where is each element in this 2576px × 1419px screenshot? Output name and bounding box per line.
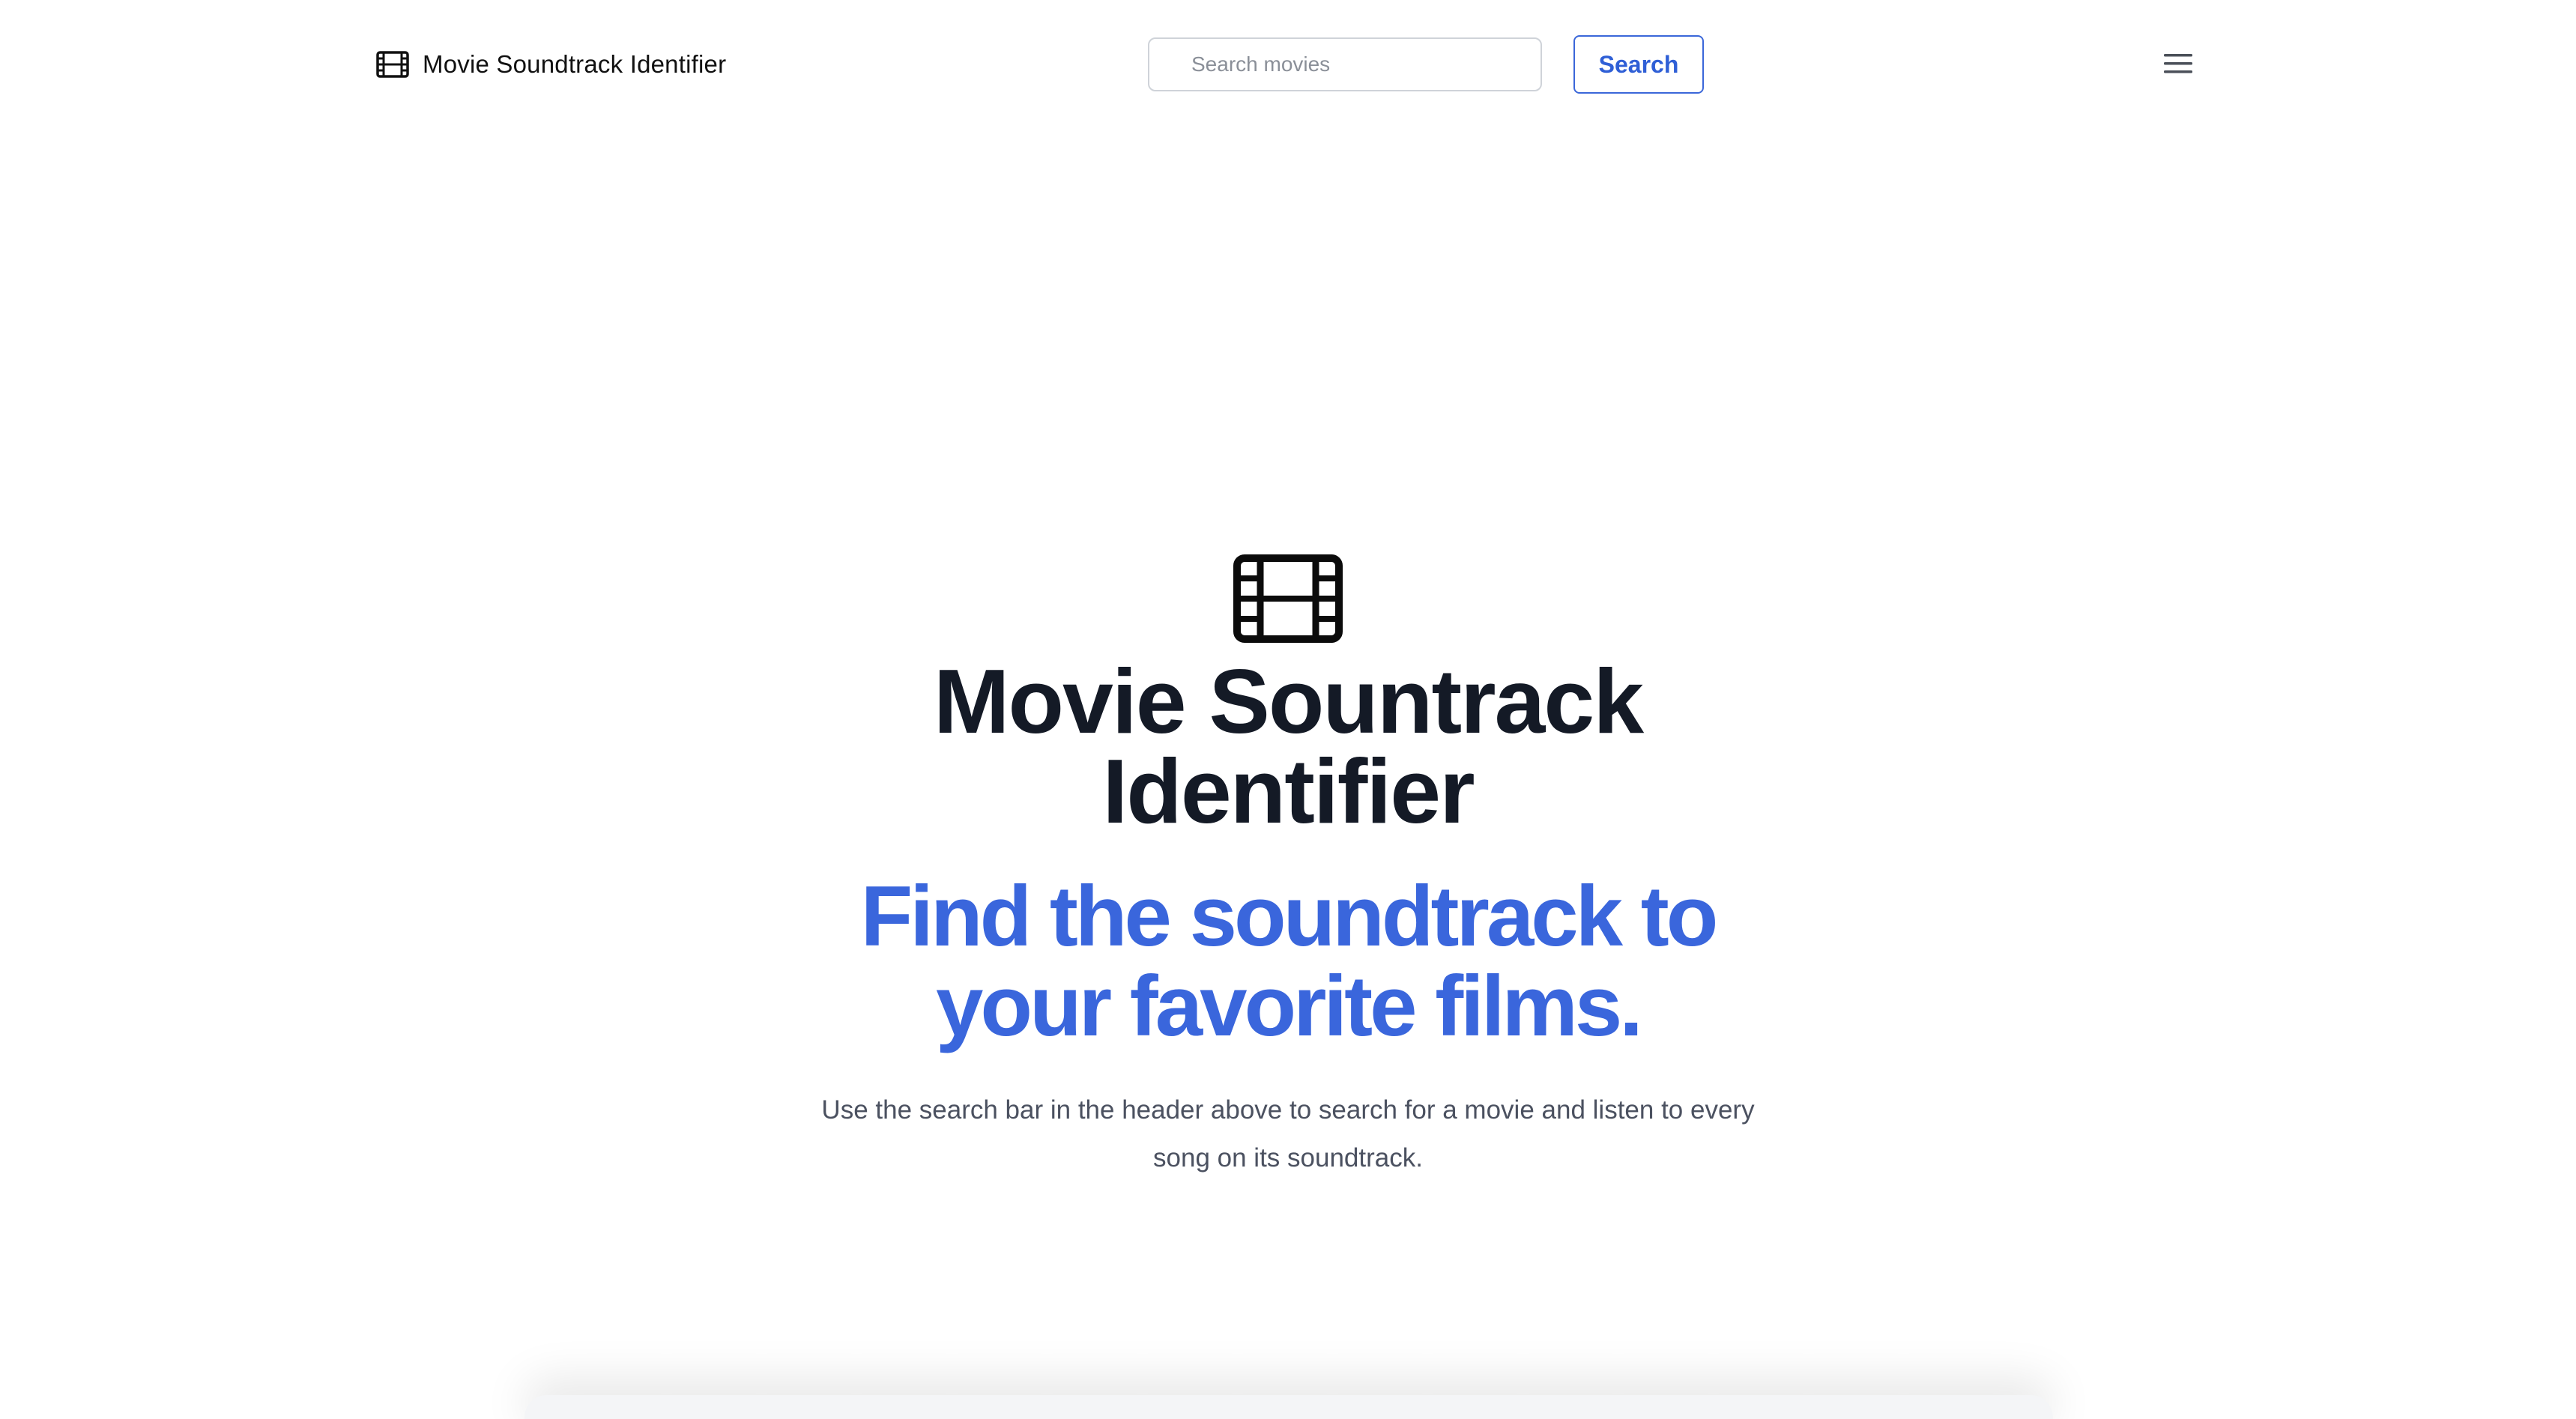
hamburger-menu-icon <box>2164 52 2192 77</box>
film-icon <box>0 554 2576 643</box>
hero-title: Movie Sountrack Identifier <box>933 650 1644 842</box>
brand-link[interactable]: Movie Soundtrack Identifier <box>376 45 726 84</box>
content-card-edge <box>524 1395 2053 1419</box>
hero-subtitle: Find the soundtrack to your favorite fil… <box>860 869 1719 1054</box>
film-icon <box>376 51 409 78</box>
hero-section: Movie Sountrack Identifier Find the soun… <box>0 554 2576 1182</box>
search-button[interactable]: Search <box>1573 35 1704 94</box>
brand-name: Movie Soundtrack Identifier <box>423 50 727 78</box>
header: Movie Soundtrack Identifier Search <box>0 0 2576 129</box>
search-input[interactable] <box>1148 37 1542 91</box>
page: Movie Soundtrack Identifier Search movie… <box>0 0 2576 1419</box>
menu-button[interactable] <box>2158 45 2198 84</box>
hero-description: Use the search bar in the header above t… <box>821 1095 1755 1173</box>
